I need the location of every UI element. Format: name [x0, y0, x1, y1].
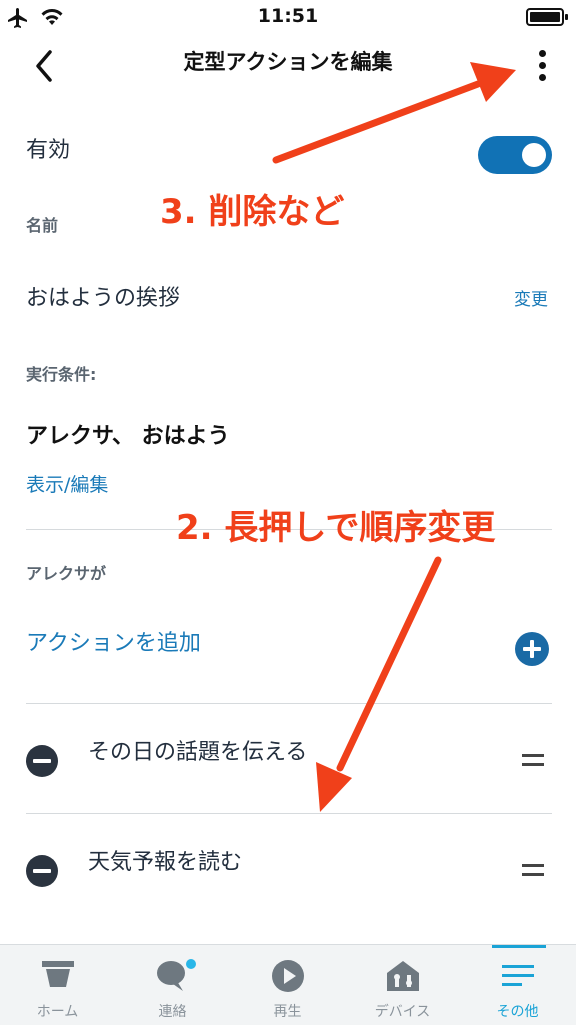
- actions-section-label: アレクサが: [26, 564, 107, 583]
- drag-handle-icon[interactable]: [522, 754, 544, 768]
- tab-label: ホーム: [36, 1004, 79, 1020]
- name-section-label: 名前: [26, 216, 59, 235]
- tab-communicate[interactable]: 連絡: [115, 945, 230, 1025]
- minus-icon: [33, 759, 51, 763]
- divider: [26, 813, 552, 814]
- drag-handle-icon[interactable]: [522, 864, 544, 878]
- more-options-button[interactable]: [526, 44, 560, 88]
- menu-icon: [502, 965, 534, 986]
- annotation-delete-note: 3. 削除など: [160, 192, 345, 232]
- status-bar: 11:51: [0, 0, 576, 34]
- active-tab-indicator: [492, 945, 546, 948]
- condition-section-label: 実行条件:: [26, 365, 97, 384]
- home-icon: [42, 961, 74, 987]
- enable-label: 有効: [26, 138, 71, 163]
- condition-phrase: アレクサ、 おはよう: [26, 424, 230, 449]
- play-icon: [272, 960, 304, 992]
- change-name-link[interactable]: 変更: [514, 285, 548, 310]
- tab-devices[interactable]: デバイス: [345, 945, 460, 1025]
- remove-action-button[interactable]: [26, 855, 58, 887]
- devices-icon: [387, 961, 419, 991]
- routine-name: おはようの挨拶: [26, 286, 181, 311]
- enable-toggle[interactable]: [478, 136, 552, 174]
- tab-label: その他: [496, 1004, 539, 1020]
- toggle-knob: [522, 143, 546, 167]
- minus-icon: [33, 869, 51, 873]
- remove-action-button[interactable]: [26, 745, 58, 777]
- action-row[interactable]: 天気予報を読む: [0, 816, 576, 924]
- page-title: 定型アクションを編集: [183, 50, 393, 74]
- tab-label: 連絡: [158, 1004, 187, 1020]
- battery-icon: [526, 8, 568, 26]
- action-label: 天気予報を読む: [88, 850, 243, 875]
- add-action-button[interactable]: [515, 632, 549, 666]
- tab-play[interactable]: 再生: [230, 945, 345, 1025]
- bottom-tab-bar: ホーム 連絡 再生 デバイス その他: [0, 944, 576, 1025]
- tab-label: 再生: [273, 1004, 302, 1020]
- notification-badge: [186, 959, 196, 969]
- status-time: 11:51: [257, 5, 319, 27]
- view-edit-condition-link[interactable]: 表示/編集: [26, 470, 108, 497]
- action-row[interactable]: その日の話題を伝える: [0, 706, 576, 814]
- tab-label: デバイス: [374, 1004, 431, 1020]
- tab-more[interactable]: その他: [460, 945, 575, 1025]
- action-label: その日の話題を伝える: [88, 740, 308, 765]
- tab-home[interactable]: ホーム: [0, 945, 115, 1025]
- divider: [26, 703, 552, 704]
- annotation-reorder-note: 2. 長押しで順序変更: [176, 508, 496, 548]
- add-action-link[interactable]: アクションを追加: [26, 625, 201, 657]
